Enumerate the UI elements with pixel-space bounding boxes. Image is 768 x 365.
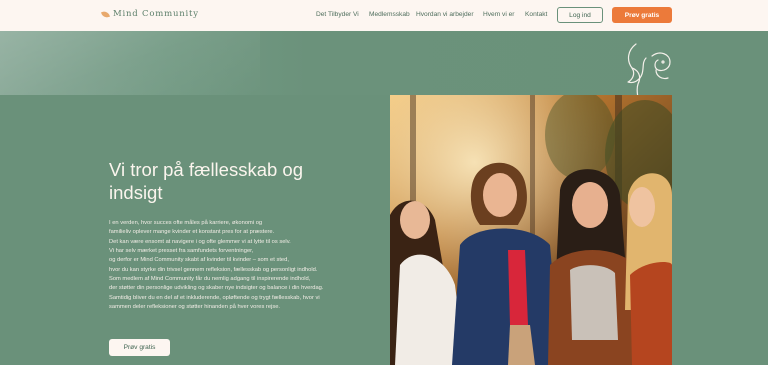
hero-band-highlight bbox=[0, 31, 260, 95]
nav-item-contact[interactable]: Kontakt bbox=[525, 11, 547, 18]
hero-title-line: indsigt bbox=[109, 182, 163, 203]
description-line: sammen deler refleksioner og støtter hin… bbox=[109, 304, 280, 311]
women-group-photo bbox=[390, 95, 672, 365]
nav-item-membership[interactable]: Medlemsskab bbox=[369, 11, 410, 18]
hero-description: I en verden, hvor succes ofte måles på k… bbox=[109, 219, 371, 312]
leaf-icon bbox=[101, 9, 110, 19]
description-line: Det kan være ensomt at navigere i og oft… bbox=[109, 238, 291, 245]
description-line: og derfor er Mind Community skabt af kvi… bbox=[109, 257, 289, 264]
brand-logo[interactable]: Mind Community bbox=[101, 9, 199, 19]
nav-item-who-we-are[interactable]: Hvem vi er bbox=[483, 11, 515, 18]
brand-name: Mind Community bbox=[113, 9, 199, 19]
nav-item-offerings[interactable]: Det Tilbyder Vi bbox=[316, 11, 359, 18]
description-line: der støtter din personlige udvikling og … bbox=[109, 285, 324, 292]
login-button[interactable]: Log ind bbox=[557, 7, 603, 23]
description-line: hvor du kan styrke din trivsel gennem re… bbox=[109, 266, 318, 273]
hero-title-line: Vi tror på fællesskab og bbox=[109, 159, 304, 180]
description-line: Vi har selv mærket presset fra samfundet… bbox=[109, 248, 254, 255]
description-line: I en verden, hvor succes ofte måles på k… bbox=[109, 220, 263, 226]
description-line: familieliv oplever mange kvinder et kons… bbox=[109, 229, 275, 236]
nav-item-how-we-work[interactable]: Hvordan vi arbejder bbox=[416, 11, 474, 18]
try-free-hero-button[interactable]: Prøv gratis bbox=[109, 339, 170, 356]
hero-title: Vi tror på fællesskab og indsigt bbox=[109, 158, 349, 204]
try-free-header-button[interactable]: Prøv gratis bbox=[612, 7, 672, 23]
hero-photo bbox=[390, 95, 672, 365]
top-navigation-bar: Mind Community Det Tilbyder Vi Medlemssk… bbox=[0, 0, 768, 31]
description-line: Som medlem af Mind Community får du neml… bbox=[109, 276, 311, 283]
description-line: Samtidig bliver du en del af et inkluder… bbox=[109, 294, 320, 301]
